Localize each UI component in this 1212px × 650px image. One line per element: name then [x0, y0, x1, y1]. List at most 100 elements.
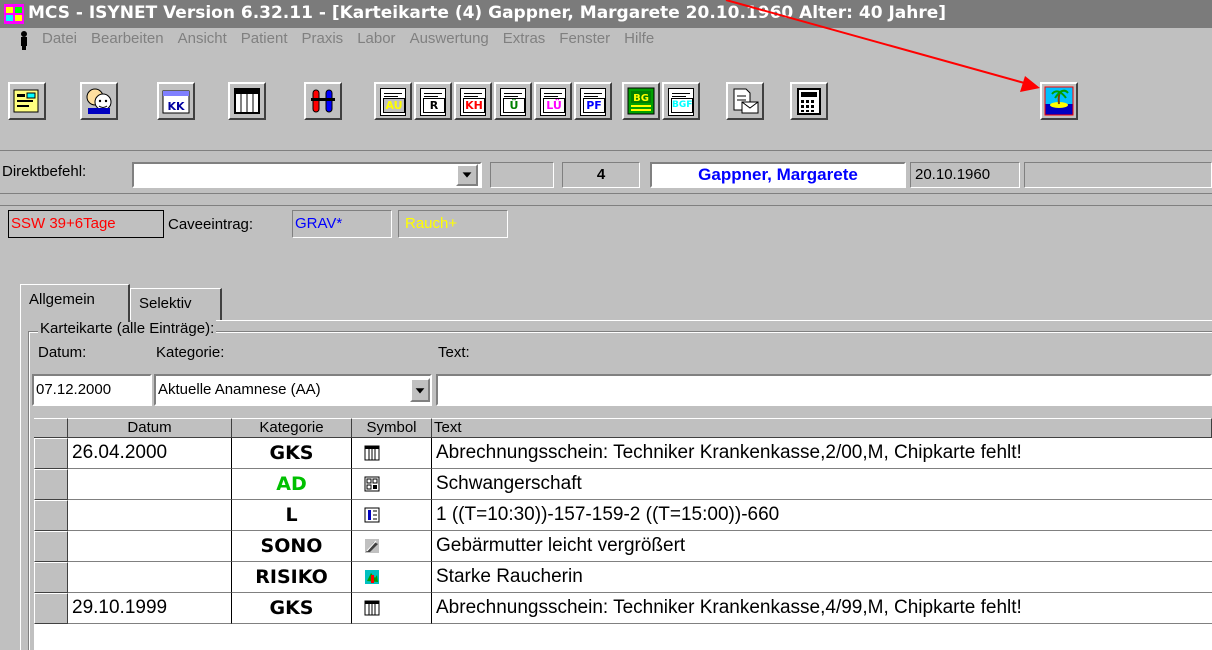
document-menu-icon[interactable]: [16, 30, 32, 50]
ultrasound-icon: [365, 539, 379, 553]
patients-button[interactable]: [80, 82, 118, 120]
cell-date: 29.10.1999: [68, 593, 232, 624]
form-r-button[interactable]: R: [414, 82, 452, 120]
cell-category: SONO: [232, 531, 352, 562]
cell-symbol: [352, 531, 432, 562]
menu-praxis[interactable]: Praxis: [302, 30, 344, 47]
header-kategorie[interactable]: Kategorie: [232, 418, 352, 438]
date-input[interactable]: 07.12.2000: [32, 374, 152, 406]
cell-date: [68, 469, 232, 500]
table-row[interactable]: RISIKO Starke Raucherin: [34, 562, 1212, 593]
form-kh-button[interactable]: KH: [454, 82, 492, 120]
cell-text: Abrechnungsschein: Techniker Krankenkass…: [432, 438, 1212, 469]
form-u-icon: Ü: [500, 88, 526, 116]
menu-items: Datei Bearbeiten Ansicht Patient Praxis …: [42, 30, 668, 47]
table-row[interactable]: L 1 ((T=10:30))-157-159-2 ((T=15:00))-66…: [34, 500, 1212, 531]
panel-grid-icon: [364, 476, 380, 492]
form-pf-label: PF: [583, 98, 605, 113]
menu-hilfe[interactable]: Hilfe: [624, 30, 654, 47]
cell-symbol: [352, 593, 432, 624]
form-r-icon: R: [420, 88, 446, 116]
row-selector[interactable]: [34, 531, 68, 562]
table-corner: [34, 418, 68, 438]
menu-patient[interactable]: Patient: [241, 30, 288, 47]
cell-category: GKS: [232, 438, 352, 469]
mcs-app-icon[interactable]: [4, 4, 24, 24]
cell-text: Gebärmutter leicht vergrößert: [432, 531, 1212, 562]
tab-allgemein-label: Allgemein: [29, 291, 95, 308]
lab-button[interactable]: [304, 82, 342, 120]
tab-allgemein[interactable]: Allgemein: [20, 284, 130, 322]
cave-value-field: GRAV*: [292, 210, 392, 238]
direktbefehl-combobox[interactable]: [132, 162, 482, 188]
form-bg-icon: BG: [627, 87, 655, 115]
menu-bearbeiten[interactable]: Bearbeiten: [91, 30, 164, 47]
form-kh-label: KH: [463, 98, 485, 113]
row-selector[interactable]: [34, 469, 68, 500]
row-selector[interactable]: [34, 562, 68, 593]
calendar-grid-button[interactable]: [228, 82, 266, 120]
ssw-text: SSW 39+6Tage: [11, 215, 116, 232]
form-au-button[interactable]: AU: [374, 82, 412, 120]
table-row[interactable]: 26.04.2000 GKS Abrechnungsschein: Techni…: [34, 438, 1212, 469]
table-row[interactable]: AD Schwangerschaft: [34, 469, 1212, 500]
menu-datei[interactable]: Datei: [42, 30, 77, 47]
header-symbol[interactable]: Symbol: [352, 418, 432, 438]
row-selector[interactable]: [34, 500, 68, 531]
lab-tubes-icon: [311, 89, 335, 113]
direktbefehl-dropdown-button[interactable]: [456, 164, 478, 186]
cell-text: 1 ((T=10:30))-157-159-2 ((T=15:00))-660: [432, 500, 1212, 531]
menu-extras[interactable]: Extras: [503, 30, 546, 47]
header-datum[interactable]: Datum: [68, 418, 232, 438]
cell-date: [68, 500, 232, 531]
patient-card-icon: [13, 89, 39, 113]
menu-ansicht[interactable]: Ansicht: [178, 30, 227, 47]
groupbox-title: Karteikarte (alle Einträge):: [38, 320, 217, 337]
cell-category: GKS: [232, 593, 352, 624]
menu-fenster[interactable]: Fenster: [559, 30, 610, 47]
table-row[interactable]: 29.10.1999 GKS Abrechnungsschein: Techni…: [34, 593, 1212, 624]
table-row[interactable]: SONO Gebärmutter leicht vergrößert: [34, 531, 1212, 562]
menu-labor[interactable]: Labor: [357, 30, 395, 47]
form-bgf-label: BGF: [671, 98, 693, 113]
cell-symbol: [352, 438, 432, 469]
form-u-button[interactable]: Ü: [494, 82, 532, 120]
vacation-button[interactable]: [1040, 82, 1078, 120]
blank-field-2: [1024, 162, 1212, 188]
cell-text: Starke Raucherin: [432, 562, 1212, 593]
cell-text: Schwangerschaft: [432, 469, 1212, 500]
ssw-badge: SSW 39+6Tage: [8, 210, 164, 238]
form-bgf-button[interactable]: BGF: [662, 82, 700, 120]
form-kh-icon: KH: [460, 88, 486, 116]
row-selector[interactable]: [34, 438, 68, 469]
category-combobox[interactable]: Aktuelle Anamnese (AA): [154, 374, 432, 406]
row-selector[interactable]: [34, 593, 68, 624]
document-mail-button[interactable]: [726, 82, 764, 120]
cell-symbol: [352, 469, 432, 500]
calculator-button[interactable]: [790, 82, 828, 120]
menu-bar: Datei Bearbeiten Ansicht Patient Praxis …: [0, 28, 1212, 52]
category-dropdown-button[interactable]: [410, 378, 430, 402]
text-label: Text:: [438, 344, 470, 361]
smoker-value: Rauch+: [405, 215, 458, 232]
tab-selektiv-label: Selektiv: [139, 295, 192, 312]
form-bg-button[interactable]: BG: [622, 82, 660, 120]
form-lu-label: LÜ: [543, 98, 565, 113]
calendar-grid-icon: [364, 445, 380, 461]
text-input[interactable]: [436, 374, 1212, 406]
form-lu-button[interactable]: LÜ: [534, 82, 572, 120]
cell-date: [68, 531, 232, 562]
patient-card-button[interactable]: [8, 82, 46, 120]
risk-map-icon: [365, 570, 379, 584]
health-insurance-button[interactable]: KK: [157, 82, 195, 120]
menu-auswertung[interactable]: Auswertung: [410, 30, 489, 47]
document-mail-icon: [733, 88, 759, 114]
calendar-grid-icon: [234, 88, 260, 114]
title-bar: MCS - ISYNET Version 6.32.11 - [Karteika…: [0, 0, 1212, 28]
form-pf-button[interactable]: PF: [574, 82, 612, 120]
header-text[interactable]: Text: [432, 418, 1212, 438]
category-value: Aktuelle Anamnese (AA): [158, 381, 321, 398]
cell-text: Abrechnungsschein: Techniker Krankenkass…: [432, 593, 1212, 624]
tab-selektiv[interactable]: Selektiv: [130, 288, 222, 320]
form-pf-icon: PF: [580, 88, 606, 116]
